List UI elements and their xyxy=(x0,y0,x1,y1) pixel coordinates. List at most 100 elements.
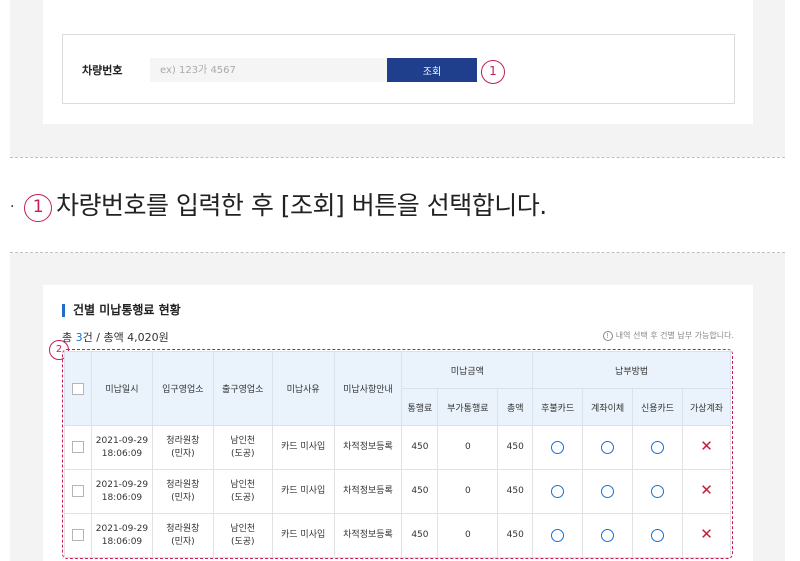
total-cell: 450 xyxy=(497,469,534,514)
toll-cell: 450 xyxy=(401,425,439,470)
notice-text: ! 내역 선택 후 건별 납부 가능합니다. xyxy=(602,330,734,341)
pay-transfer-cell[interactable] xyxy=(582,425,634,470)
guide-cell: 차적정보등록 xyxy=(333,425,403,470)
row-checkbox[interactable] xyxy=(71,440,84,453)
table-row[interactable]: 2021-09-29 18:06:09 청라원창 (민자) 남인천 (도공) 카드 미사입 차… xyxy=(64,469,731,514)
date-value: 2021-09-29 xyxy=(95,479,149,490)
table-row[interactable]: 2021-09-29 18:06:09 청라원창 (민자) 남인천 (도공) 카드 미사입 차… xyxy=(64,513,731,558)
header-exit: 출구영업소 xyxy=(212,351,273,426)
summary-rest: 건 / 총액 4,020원 xyxy=(82,331,169,344)
info-icon: ! xyxy=(602,331,613,341)
time-value: 18:06:09 xyxy=(101,536,143,547)
guide-cell: 차적정보등록 xyxy=(333,469,403,514)
entry-type: (민자) xyxy=(171,492,195,503)
unpaid-toll-table-highlight: 미납일시 입구영업소 출구영업소 미납사유 미납사항안내 미납금액 납부방법 통… xyxy=(62,349,733,559)
header-transfer: 계좌이체 xyxy=(582,388,634,426)
exit-name: 남인천 xyxy=(230,479,256,490)
pay-postpaid-cell[interactable] xyxy=(532,425,584,470)
entry-cell: 청라원창 (민자) xyxy=(151,469,214,514)
available-circle-icon[interactable] xyxy=(601,484,615,498)
select-all-header xyxy=(64,351,92,426)
header-entry: 입구영업소 xyxy=(151,351,214,426)
header-postpaid: 후불카드 xyxy=(532,388,584,426)
pay-postpaid-cell[interactable] xyxy=(532,469,584,514)
summary-text: 총 3건 / 총액 4,020원 xyxy=(62,329,169,345)
date-cell: 2021-09-29 18:06:09 xyxy=(90,513,153,558)
row-checkbox[interactable] xyxy=(71,528,84,541)
total-cell: 450 xyxy=(497,425,534,470)
header-total: 총액 xyxy=(497,388,534,426)
bullet-dot: · xyxy=(10,199,14,215)
section-title: 건별 미납통행료 현황 xyxy=(62,304,181,317)
available-circle-icon[interactable] xyxy=(651,528,665,542)
entry-cell: 청라원창 (민자) xyxy=(151,425,214,470)
exit-cell: 남인천 (도공) xyxy=(212,469,273,514)
unavailable-x-icon: ✕ xyxy=(700,481,713,499)
reason-cell: 카드 미사입 xyxy=(271,425,335,470)
pay-credit-cell[interactable] xyxy=(632,513,683,558)
date-cell: 2021-09-29 18:06:09 xyxy=(90,425,153,470)
available-circle-icon[interactable] xyxy=(551,484,565,498)
pay-virtual-cell: ✕ xyxy=(682,513,731,558)
dashed-divider xyxy=(10,157,785,158)
extra-cell: 0 xyxy=(437,469,499,514)
header-virtual: 가상계좌 xyxy=(682,388,731,426)
header-toll: 통행료 xyxy=(401,388,439,426)
search-button[interactable]: 조회 xyxy=(387,58,477,82)
exit-type: (도공) xyxy=(230,536,255,547)
available-circle-icon[interactable] xyxy=(651,484,665,498)
unpaid-toll-table: 미납일시 입구영업소 출구영업소 미납사유 미납사항안내 미납금액 납부방법 통… xyxy=(64,351,731,558)
pay-credit-cell[interactable] xyxy=(632,469,683,514)
extra-cell: 0 xyxy=(437,513,499,558)
pay-transfer-cell[interactable] xyxy=(582,513,634,558)
guide-cell: 차적정보등록 xyxy=(333,513,403,558)
select-all-checkbox[interactable] xyxy=(71,382,84,395)
pay-credit-cell[interactable] xyxy=(632,425,683,470)
reason-cell: 카드 미사입 xyxy=(271,469,335,514)
entry-type: (민자) xyxy=(171,448,195,459)
row-select-cell[interactable] xyxy=(64,513,92,558)
date-cell: 2021-09-29 18:06:09 xyxy=(90,469,153,514)
date-value: 2021-09-29 xyxy=(95,435,149,446)
header-reason: 미납사유 xyxy=(271,351,335,426)
exit-name: 남인천 xyxy=(230,435,256,446)
exit-cell: 남인천 (도공) xyxy=(212,425,273,470)
pay-postpaid-cell[interactable] xyxy=(532,513,584,558)
available-circle-icon[interactable] xyxy=(551,440,565,454)
exit-name: 남인천 xyxy=(230,523,256,534)
unavailable-x-icon: ✕ xyxy=(700,525,713,543)
vehicle-number-label: 차량번호 xyxy=(82,64,123,77)
available-circle-icon[interactable] xyxy=(551,528,565,542)
summary-count: 3 xyxy=(75,331,83,344)
extra-cell: 0 xyxy=(437,425,499,470)
entry-name: 청라원창 xyxy=(166,479,200,490)
time-value: 18:06:09 xyxy=(101,448,143,459)
toll-cell: 450 xyxy=(401,513,439,558)
header-date: 미납일시 xyxy=(90,351,153,426)
row-select-cell[interactable] xyxy=(64,469,92,514)
pay-virtual-cell: ✕ xyxy=(682,469,731,514)
exit-cell: 남인천 (도공) xyxy=(212,513,273,558)
available-circle-icon[interactable] xyxy=(601,528,615,542)
row-checkbox[interactable] xyxy=(71,484,84,497)
notice-message: 내역 선택 후 건별 납부 가능합니다. xyxy=(615,331,734,340)
entry-name: 청라원창 xyxy=(166,523,200,534)
exit-type: (도공) xyxy=(230,448,255,459)
pay-virtual-cell: ✕ xyxy=(682,425,731,470)
time-value: 18:06:09 xyxy=(101,492,143,503)
available-circle-icon[interactable] xyxy=(651,440,665,454)
header-extra: 부가통행료 xyxy=(437,388,499,426)
date-value: 2021-09-29 xyxy=(95,523,149,534)
available-circle-icon[interactable] xyxy=(601,440,615,454)
step-1-marker: 1 xyxy=(481,60,505,84)
vehicle-number-input[interactable] xyxy=(150,58,387,82)
exit-type: (도공) xyxy=(230,492,255,503)
entry-name: 청라원창 xyxy=(166,435,200,446)
header-amount-group: 미납금액 xyxy=(401,351,534,389)
reason-cell: 카드 미사입 xyxy=(271,513,335,558)
table-row[interactable]: 2021-09-29 18:06:09 청라원창 (민자) 남인천 (도공) 카드 미사입 차… xyxy=(64,425,731,470)
pay-transfer-cell[interactable] xyxy=(582,469,634,514)
header-payment-group: 납부방법 xyxy=(532,351,731,389)
total-cell: 450 xyxy=(497,513,534,558)
row-select-cell[interactable] xyxy=(64,425,92,470)
